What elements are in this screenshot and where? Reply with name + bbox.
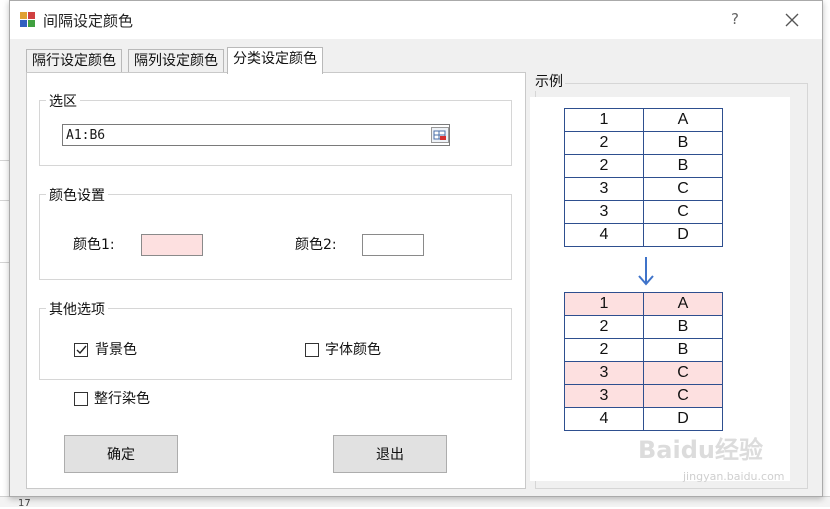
letter-cell: C — [643, 177, 723, 201]
letter-cell: C — [643, 384, 723, 408]
whole-row-checkbox[interactable] — [74, 392, 88, 406]
tab-panel: 选区 A1:B6 颜色设置 颜色1: 颜色2: 其他选项 背景色 字体颜色 整行… — [26, 72, 526, 489]
tab-interval-rows[interactable]: 隔行设定颜色 — [26, 49, 122, 73]
whole-row-label: 整行染色 — [94, 391, 150, 407]
checkmark-icon — [76, 345, 87, 355]
table-row: 3C — [564, 361, 723, 385]
range-input[interactable]: A1:B6 — [62, 124, 450, 146]
table-row: 2B — [564, 338, 723, 362]
close-icon — [785, 13, 799, 27]
background-checkbox[interactable] — [74, 343, 88, 357]
number-cell: 2 — [564, 154, 644, 178]
tab-category-colors[interactable]: 分类设定颜色 — [227, 47, 323, 74]
number-cell: 3 — [564, 361, 644, 385]
number-cell: 3 — [564, 177, 644, 201]
number-cell: 4 — [564, 223, 644, 247]
number-cell: 1 — [564, 292, 644, 316]
color1-swatch[interactable] — [141, 234, 203, 256]
color2-label: 颜色2: — [295, 237, 337, 253]
letter-cell: B — [643, 338, 723, 362]
letter-cell: C — [643, 200, 723, 224]
table-row: 2B — [564, 154, 723, 178]
letter-cell: D — [643, 407, 723, 431]
letter-cell: B — [643, 131, 723, 155]
table-row: 3C — [564, 200, 723, 224]
font-color-checkbox[interactable] — [305, 343, 319, 357]
font-color-label: 字体颜色 — [325, 342, 381, 358]
background-label: 背景色 — [95, 342, 137, 358]
letter-cell: C — [643, 361, 723, 385]
baidu-watermark-url: jingyan.baidu.com — [683, 470, 785, 483]
tab-interval-columns[interactable]: 隔列设定颜色 — [128, 49, 224, 73]
down-arrow-icon — [638, 257, 654, 286]
example-before-table: 1A2B2B3C3C4D — [564, 108, 723, 247]
letter-cell: D — [643, 223, 723, 247]
number-cell: 1 — [564, 108, 644, 132]
baidu-watermark: Baidu经验 — [638, 436, 763, 464]
exit-button[interactable]: 退出 — [333, 435, 447, 473]
number-cell: 3 — [564, 384, 644, 408]
range-select-icon — [433, 130, 446, 140]
title-bar: 间隔设定颜色 ? — [10, 1, 822, 39]
table-row: 2B — [564, 315, 723, 339]
letter-cell: A — [643, 108, 723, 132]
sheet-bottom-row — [0, 496, 830, 507]
color1-label: 颜色1: — [73, 237, 115, 253]
example-title: 示例 — [533, 71, 565, 91]
app-icon — [20, 12, 36, 28]
number-cell: 4 — [564, 407, 644, 431]
number-cell: 2 — [564, 131, 644, 155]
help-button[interactable]: ? — [724, 8, 746, 30]
table-row: 2B — [564, 131, 723, 155]
letter-cell: B — [643, 154, 723, 178]
table-row: 4D — [564, 223, 723, 247]
table-row: 3C — [564, 177, 723, 201]
selection-group-title: 选区 — [46, 91, 80, 111]
window-title: 间隔设定颜色 — [43, 12, 134, 30]
number-cell: 2 — [564, 338, 644, 362]
example-after-table: 1A2B2B3C3C4D — [564, 292, 723, 431]
letter-cell: A — [643, 292, 723, 316]
range-picker-button[interactable] — [431, 127, 449, 143]
color-settings-title: 颜色设置 — [46, 185, 108, 205]
number-cell: 3 — [564, 200, 644, 224]
sheet-row-number: 17 — [18, 498, 31, 509]
table-row: 3C — [564, 384, 723, 408]
table-row: 1A — [564, 292, 723, 316]
number-cell: 2 — [564, 315, 644, 339]
color2-swatch[interactable] — [362, 234, 424, 256]
close-button[interactable] — [780, 8, 804, 32]
table-row: 1A — [564, 108, 723, 132]
letter-cell: B — [643, 315, 723, 339]
ok-button[interactable]: 确定 — [64, 435, 178, 473]
other-options-title: 其他选项 — [46, 299, 108, 319]
table-row: 4D — [564, 407, 723, 431]
